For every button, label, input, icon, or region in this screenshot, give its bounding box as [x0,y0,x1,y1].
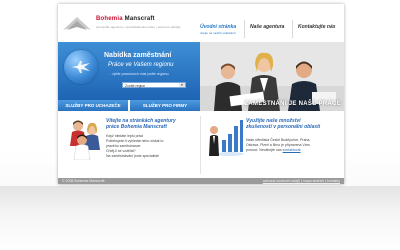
globe-icon [64,50,98,84]
experience-text-line: pomoci. Neváhejte nás kontaktovat [246,148,310,153]
welcome-text-line: Na zaměstnávání jsme specialisté [106,154,159,158]
page-container: Bohemia Manscraft personální agentura • … [58,4,344,184]
growth-chart-image [209,120,244,156]
contact-link[interactable]: kontaktovat [283,148,301,152]
nav-item-contact[interactable]: Kontaktujte nás [298,24,336,30]
bottom-band [0,186,400,250]
plane-icon [72,61,90,73]
logo-mark-icon [63,17,91,30]
experience-title: Využijte naše množství zkušeností v pers… [246,118,320,130]
logo-name-first: Bohemia [96,16,123,22]
nav-item-label: Kontaktujte nás [298,24,336,30]
nav-item-label: Úvodní stránka [200,24,237,30]
logo-name: Bohemia Manscraft [96,16,155,22]
logo-tagline: personální agentura • zprostředkování pr… [96,25,181,29]
region-select-value: Zvolte region [125,84,146,88]
team-photo [70,120,100,160]
nav-item-home[interactable]: Úvodní stránka vítejte na našich stránká… [200,24,236,35]
tab-services-companies[interactable]: SLUŽBY PRO FIRMY [130,100,200,111]
hero-photo: ZAMĚSTNÁNÍ JE NAŠE PRÁCE [200,42,344,111]
nav-item-sub: vítejte na našich stránkách [200,31,236,35]
chevron-down-icon: ▼ [179,83,185,87]
nav-item-label: Naše agentura [250,24,285,30]
tab-services-candidates[interactable]: SLUŽBY PRO UCHAZEČE [58,100,128,111]
hero-subtitle: Práce ve Vašem regionu [108,62,174,68]
nav-divider [244,20,245,38]
hero-caption: ZAMĚSTNÁNÍ JE NAŠE PRÁCE [244,101,341,107]
region-select[interactable]: Zvolte region ▼ [122,82,186,88]
footer-links-text[interactable]: ochrana osobních údajů | mapa stránek | … [263,179,340,183]
content-divider [200,116,201,174]
logo[interactable]: Bohemia Manscraft personální agentura • … [58,4,194,42]
nav-divider [292,20,293,38]
hero-title: Nabídka zaměstnání [104,52,172,59]
footer-links[interactable]: ochrana osobních údajů | mapa stránek | … [263,178,340,184]
hero-description: - výběr pracovních míst podle regionu [110,72,169,76]
experience-text-line-text: pomoci. Neváhejte nás [246,148,282,152]
experience-section: Využijte naše množství zkušeností v pers… [204,114,344,174]
logo-name-rest: Manscraft [122,16,155,22]
footer-copyright: © 2008 Bohemia Manscraft [62,179,105,183]
job-offer-panel: Nabídka zaměstnání Práce ve Vašem region… [58,42,200,100]
welcome-section: Vítejte na stránkách agentury práce Bohe… [62,114,202,174]
footer: © 2008 Bohemia Manscraft ochrana osobníc… [58,178,344,184]
welcome-text: Když hledáte lepší práci Potřebujete-li … [106,134,163,159]
nav-item-agency[interactable]: Naše agentura [250,24,284,30]
service-tabs: SLUŽBY PRO UCHAZEČE SLUŽBY PRO FIRMY [58,100,200,111]
welcome-title: Vítejte na stránkách agentury práce Bohe… [106,118,176,130]
welcome-title-line: práce Bohemia Manscraft [106,124,167,130]
experience-text: Naše střediska České Budějovice, Praha, … [246,138,310,153]
experience-title-line: zkušeností v personální oblasti [246,124,321,130]
main-nav: Úvodní stránka vítejte na našich stránká… [194,4,344,42]
